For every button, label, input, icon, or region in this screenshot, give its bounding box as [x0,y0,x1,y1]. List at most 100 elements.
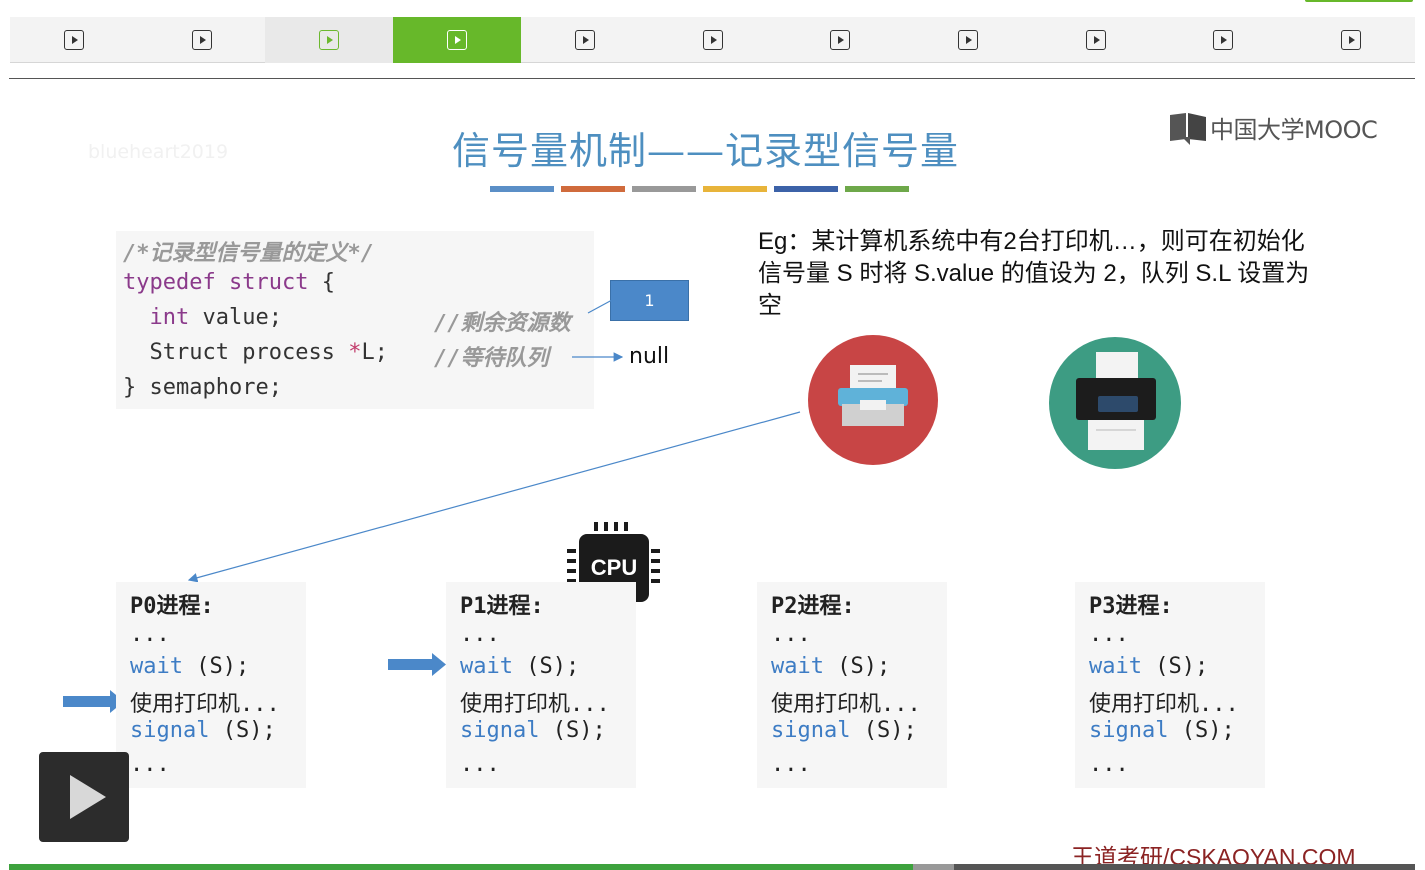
process-line: ... [460,622,500,647]
title-color-bars [490,186,909,192]
value-box: 1 [610,280,689,321]
progress-fill [9,864,913,870]
process-line: signal (S); [130,718,276,743]
process-signal-call: signal [130,718,210,743]
process-line: wait (S); [1089,654,1208,679]
process-signal-arg: (S); [209,718,276,743]
process-line: ... [130,752,170,777]
process-line: ... [460,752,500,777]
code-value-line: int value; [123,305,282,330]
process-line: wait (S); [771,654,890,679]
process-ellipsis: ... [1089,622,1129,647]
code-queue-comment: //等待队列 [434,346,549,371]
process-line: ... [1089,622,1129,647]
code-open-brace: { [308,270,335,295]
top-edge-tab[interactable] [1305,0,1413,2]
process-signal-arg: (S); [539,718,606,743]
process-ellipsis: ... [460,622,500,647]
chapter-tab-5[interactable] [521,17,649,63]
chapter-tab-7[interactable] [776,17,904,63]
video-play-icon [1213,30,1234,50]
chapter-tab-4[interactable] [393,17,521,63]
process-ellipsis: ... [130,622,170,647]
chapter-nav-bar [10,17,1415,63]
video-play-icon [63,30,84,50]
slide-title: 信号量机制——记录型信号量 [452,129,960,173]
process-title: P2进程: [771,594,855,619]
chapter-tab-8[interactable] [904,17,1032,63]
process-line: wait (S); [460,654,579,679]
printer-to-p0-arrow [187,411,801,583]
process-line: ... [771,752,811,777]
video-play-icon [319,30,340,50]
code-keyword-typedef: typedef [123,270,216,295]
process-title: P0进程: [130,594,214,619]
code-process-decl: Struct process [149,340,349,365]
process-line: 使用打印机... [460,686,610,718]
process-line: 使用打印机... [771,686,921,718]
p0-current-arrow-icon [63,690,124,713]
watermark-text: blueheart2019 [88,141,229,163]
process-line: signal (S); [1089,718,1235,743]
chapter-tab-6[interactable] [649,17,777,63]
chapter-tab-2[interactable] [138,17,266,63]
code-process-line: Struct process *L; [123,340,388,365]
code-type-int: int [149,305,190,330]
process-line: P3进程: [1089,588,1173,620]
code-close-line: } semaphore; [123,375,282,400]
process-line: 使用打印机... [1089,686,1239,718]
process-line: ... [130,622,170,647]
code-comment: /*记录型信号量的定义*/ [123,241,374,266]
process-wait-call: wait [460,654,513,679]
code-keyword-struct: struct [228,270,309,295]
printer-icon-red [808,335,938,465]
process-signal-arg: (S); [1168,718,1235,743]
process-line: wait (S); [130,654,249,679]
title-color-bar [561,186,625,192]
process-wait-call: wait [771,654,824,679]
process-ellipsis: ... [771,622,811,647]
chapter-tab-1[interactable] [10,17,138,63]
process-line: P1进程: [460,588,544,620]
process-box-p0: P0进程:... wait (S); 使用打印机... signal (S);... [116,582,306,788]
chapter-tab-11[interactable] [1287,17,1415,63]
play-button[interactable] [39,752,129,842]
process-line: signal (S); [771,718,917,743]
title-color-bar [703,186,767,192]
video-play-icon [702,30,723,50]
title-color-bar [632,186,696,192]
play-icon [70,775,106,819]
process-wait-arg: (S); [823,654,891,679]
process-line: ... [1089,752,1129,777]
code-pointer: * [348,340,362,365]
process-wait-call: wait [1089,654,1142,679]
code-value-comment: //剩余资源数 [434,311,571,336]
null-label: null [629,344,670,369]
example-text: Eg：某计算机系统中有2台打印机…，则可在初始化信号量 S 时将 S.value… [758,228,1310,319]
video-play-icon [1341,30,1362,50]
p1-current-arrow-icon [388,653,446,676]
process-ellipsis: ... [130,752,170,777]
chapter-tab-9[interactable] [1032,17,1160,63]
chapter-tab-10[interactable] [1160,17,1288,63]
process-wait-arg: (S); [182,654,250,679]
nav-divider [9,78,1415,79]
process-box-p3: P3进程:... wait (S); 使用打印机... signal (S);... [1075,582,1265,788]
process-signal-call: signal [1089,718,1169,743]
process-line: 使用打印机... [130,686,280,718]
video-play-icon [1085,30,1106,50]
process-use-printer: 使用打印机... [130,692,280,717]
title-color-bar [845,186,909,192]
process-title: P3进程: [1089,594,1173,619]
process-ellipsis: ... [771,752,811,777]
code-typedef-line: typedef struct { [123,270,335,295]
mooc-logo-text: 中国大学MOOC [1210,116,1378,144]
process-line: signal (S); [460,718,606,743]
mooc-book-icon [1170,112,1206,145]
code-process-field: L; [361,340,388,365]
chapter-tab-3[interactable] [265,17,394,63]
title-color-bar [490,186,554,192]
process-signal-call: signal [460,718,540,743]
progress-bar[interactable] [9,864,1415,870]
process-line: P2进程: [771,588,855,620]
